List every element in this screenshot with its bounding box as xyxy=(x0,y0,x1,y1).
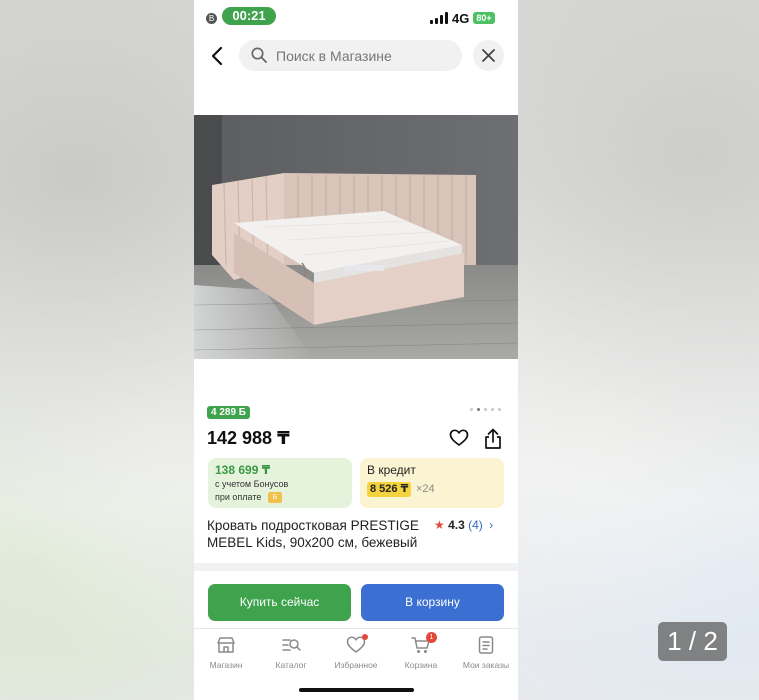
close-button[interactable] xyxy=(473,40,504,71)
tab-favorites[interactable]: Избранное xyxy=(324,634,388,675)
tab-label: Каталог xyxy=(275,660,307,670)
image-pagination-dots xyxy=(470,408,502,412)
pagination-dot xyxy=(498,408,501,411)
tab-store[interactable]: Магазин xyxy=(194,635,258,675)
status-time: 00:21 xyxy=(222,7,276,25)
credit-card[interactable]: В кредит 8 526 ₸ ×24 xyxy=(360,458,504,508)
add-to-cart-button[interactable]: В корзину xyxy=(361,584,504,621)
product-price: 142 988 ₸ xyxy=(207,428,290,448)
share-icon xyxy=(485,428,501,449)
battery-icon: 80+ xyxy=(473,12,495,24)
orders-icon xyxy=(478,636,494,654)
review-count: (4) xyxy=(468,518,483,532)
home-indicator[interactable] xyxy=(299,688,414,692)
rating-value: 4.3 xyxy=(448,518,465,532)
bonus-badge: 4 289 Б xyxy=(207,406,250,419)
page-counter: 1 / 2 xyxy=(658,622,727,661)
tab-label: Мои заказы xyxy=(462,660,510,670)
chevron-right-icon: › xyxy=(489,518,494,532)
signal-icon xyxy=(430,12,448,24)
tab-catalog[interactable]: Каталог xyxy=(259,635,323,675)
close-icon xyxy=(482,49,495,62)
notification-dot xyxy=(362,634,368,640)
favorite-button[interactable] xyxy=(449,428,469,448)
bonus-price-card[interactable]: 138 699 ₸ с учетом Бонусов при оплате Б xyxy=(208,458,352,508)
cart-count-badge: 1 xyxy=(426,632,437,643)
tab-orders[interactable]: Мои заказы xyxy=(454,635,518,675)
star-icon: ★ xyxy=(434,518,445,532)
bed-photo xyxy=(194,115,518,359)
credit-monthly-payment: 8 526 ₸ xyxy=(367,482,412,497)
buy-now-button[interactable]: Купить сейчас xyxy=(208,584,351,621)
bonus-caption-line2: при оплате xyxy=(215,492,262,502)
product-rating[interactable]: ★ 4.3 (4) › xyxy=(434,517,493,534)
tab-label: Корзина xyxy=(404,660,438,670)
network-type: 4G xyxy=(452,11,470,26)
phone-screen: B 00:21 4G 80+ Поиск в Магазине 4 289 Б … xyxy=(194,0,518,700)
bonus-coin-icon: Б xyxy=(268,492,282,503)
credit-label: В кредит xyxy=(367,463,416,477)
tab-label: Избранное xyxy=(334,660,378,670)
search-input[interactable] xyxy=(276,40,456,71)
catalog-search-icon xyxy=(282,639,301,651)
store-icon xyxy=(217,637,235,653)
back-button[interactable] xyxy=(206,44,230,68)
product-title: Кровать подростковая PRESTIGE MEBEL Kids… xyxy=(207,518,419,550)
heart-icon xyxy=(449,429,469,446)
search-icon xyxy=(251,47,267,63)
app-notification-icon: B xyxy=(206,13,217,24)
pagination-dot xyxy=(484,408,487,411)
credit-months: ×24 xyxy=(416,483,435,495)
bonus-price: 138 699 ₸ xyxy=(215,463,271,477)
share-button[interactable] xyxy=(483,428,503,450)
search-bar[interactable] xyxy=(239,40,462,71)
pagination-dot xyxy=(491,408,494,411)
tab-cart[interactable]: 1 Корзина xyxy=(389,632,453,675)
product-image[interactable] xyxy=(194,115,518,359)
tab-label: Магазин xyxy=(209,660,243,670)
pagination-dot-active xyxy=(477,408,480,411)
pagination-dot xyxy=(470,408,473,411)
bonus-caption-line1: с учетом Бонусов xyxy=(215,479,289,489)
chevron-left-icon xyxy=(211,46,223,66)
status-bar: B 00:21 4G 80+ xyxy=(194,0,518,34)
section-divider xyxy=(194,563,518,571)
